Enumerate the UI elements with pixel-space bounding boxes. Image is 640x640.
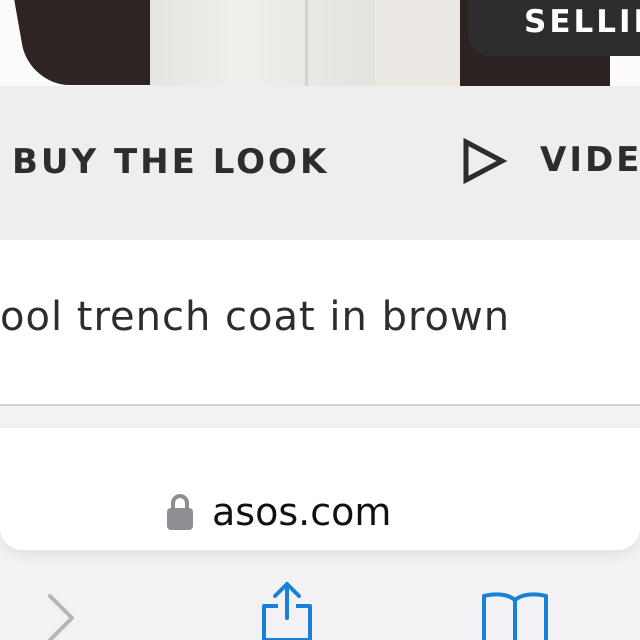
garment-light-right (375, 0, 470, 86)
garment-fold (305, 0, 308, 86)
browser-chrome: asos.com (0, 406, 640, 640)
selling-fast-badge: SELLIN (468, 0, 640, 56)
book-icon[interactable] (478, 590, 552, 640)
video-button[interactable]: VIDEO (540, 140, 640, 180)
product-image[interactable]: SELLIN (0, 0, 640, 86)
asos-product-page: SELLIN BUY THE LOOK VIDEO ool trench coa… (0, 0, 640, 640)
browser-toolbar (0, 550, 640, 640)
share-icon[interactable] (256, 580, 318, 640)
lock-icon (167, 494, 193, 530)
chevron-right-icon[interactable] (40, 590, 80, 640)
url-text[interactable]: asos.com (212, 490, 391, 534)
garment-light (150, 0, 380, 86)
address-bar[interactable]: asos.com (0, 428, 640, 550)
product-title-area: ool trench coat in brown (0, 240, 640, 406)
buy-the-look-button[interactable]: BUY THE LOOK (12, 142, 329, 182)
product-title: ool trench coat in brown (0, 294, 511, 340)
product-action-bar: BUY THE LOOK VIDEO (0, 86, 640, 240)
play-icon[interactable] (462, 138, 508, 184)
